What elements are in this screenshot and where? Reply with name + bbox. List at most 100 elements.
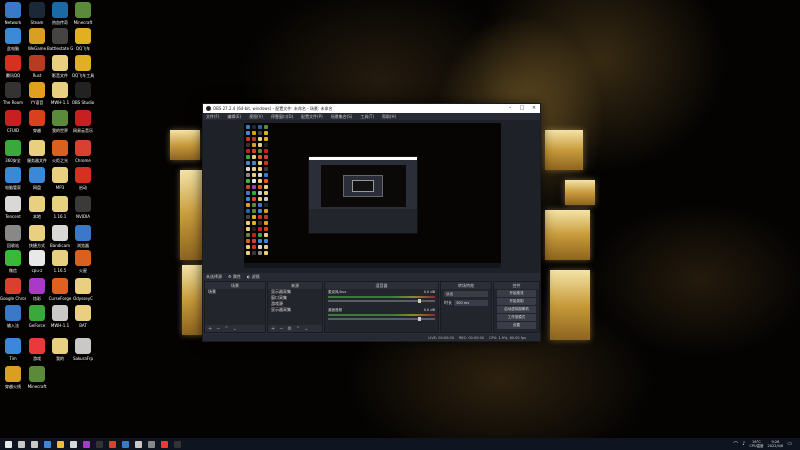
obs-window[interactable]: OBS 27.2.4 (64-bit, windows) - 配置文件: 未命名… bbox=[202, 103, 541, 342]
volume-slider-knob[interactable] bbox=[418, 299, 421, 303]
source-item[interactable]: 显示器采集 bbox=[268, 307, 322, 313]
studio-mode-button[interactable]: 工作室模式 bbox=[497, 314, 536, 321]
app-icon bbox=[75, 2, 91, 18]
preview-canvas[interactable] bbox=[244, 123, 501, 268]
taskbar-app-icon[interactable] bbox=[161, 440, 168, 448]
desktop-icon[interactable]: Minecraft bbox=[70, 2, 96, 25]
desktop-icon[interactable]: OBS Studio bbox=[70, 82, 96, 105]
menu-tools[interactable]: 工具(T) bbox=[360, 113, 374, 120]
desktop-icon[interactable]: Minecraft bbox=[24, 366, 50, 389]
add-icon[interactable]: + bbox=[271, 326, 275, 332]
move-up-icon[interactable]: ⌃ bbox=[296, 326, 300, 332]
desktop-icon[interactable]: 360安全 bbox=[0, 140, 26, 163]
minimize-icon[interactable]: – bbox=[504, 104, 516, 113]
volume-slider-knob[interactable] bbox=[418, 317, 421, 321]
taskbar-search-icon[interactable] bbox=[18, 440, 25, 448]
desktop-icon[interactable]: 微信 bbox=[0, 250, 26, 273]
preview-icon bbox=[258, 131, 262, 135]
desktop-icon[interactable]: 浏览器 bbox=[70, 225, 96, 248]
desktop-icon[interactable]: 启动 bbox=[70, 167, 96, 190]
preview-icon bbox=[258, 161, 262, 165]
desktop-icon[interactable]: 网易云音乐 bbox=[70, 110, 96, 133]
menu-view[interactable]: 视图(V) bbox=[249, 113, 263, 120]
taskbar-app-icon[interactable] bbox=[83, 440, 90, 448]
desktop-icon[interactable]: 此电脑 bbox=[0, 28, 26, 51]
desktop-icon[interactable]: 穿越火线 bbox=[0, 366, 26, 389]
app-icon bbox=[5, 225, 21, 241]
desktop-icon[interactable]: QQ飞车 bbox=[70, 28, 96, 51]
preview-icon bbox=[252, 233, 256, 237]
app-icon bbox=[75, 225, 91, 241]
preview-icon bbox=[258, 149, 262, 153]
preview-icon bbox=[246, 203, 250, 207]
desktop-icon[interactable]: BAT bbox=[70, 305, 96, 328]
add-icon[interactable]: + bbox=[208, 326, 212, 332]
desktop-icon[interactable]: The Room bbox=[0, 82, 26, 105]
taskbar-app-icon[interactable] bbox=[135, 440, 142, 448]
taskbar-task-view-icon[interactable] bbox=[31, 440, 38, 448]
desktop-icon[interactable]: QQ飞车工具 bbox=[70, 55, 96, 78]
wifi-icon[interactable]: ⌒ bbox=[733, 441, 738, 448]
start-recording-button[interactable]: 开始录制 bbox=[497, 298, 536, 305]
cpu-temp-widget[interactable]: 16°C CPU温度 bbox=[749, 440, 763, 448]
system-clock[interactable]: 9:26 2022/4/6 bbox=[768, 440, 784, 448]
menu-edit[interactable]: 编辑(E) bbox=[227, 113, 241, 120]
rec-status: REC: 00:00:00 bbox=[458, 335, 485, 340]
desktop-icon[interactable]: 输入法 bbox=[0, 305, 26, 328]
close-icon[interactable]: × bbox=[528, 104, 540, 113]
taskbar-obs-icon[interactable] bbox=[174, 440, 181, 448]
properties-button[interactable]: ⚙ 属性 bbox=[228, 274, 241, 280]
desktop-icon[interactable]: OdysseyC bbox=[70, 278, 96, 301]
obs-preview-area[interactable] bbox=[203, 120, 540, 273]
desktop-icon[interactable]: Chrome bbox=[70, 140, 96, 163]
obs-title-bar[interactable]: OBS 27.2.4 (64-bit, windows) - 配置文件: 未命名… bbox=[203, 104, 540, 113]
desktop-icon[interactable]: CFUID bbox=[0, 110, 26, 133]
clock-date: 2022/4/6 bbox=[767, 444, 784, 448]
move-up-icon[interactable]: ⌃ bbox=[224, 326, 228, 332]
start-streaming-button[interactable]: 开始推流 bbox=[497, 290, 536, 297]
volume-slider[interactable] bbox=[328, 299, 435, 303]
desktop-icon[interactable]: Tim bbox=[0, 338, 26, 361]
menu-profile[interactable]: 配置文件(P) bbox=[301, 113, 323, 120]
taskbar-app-icon[interactable] bbox=[122, 440, 129, 448]
taskbar-explorer-icon[interactable] bbox=[57, 440, 64, 448]
taskbar-start-icon[interactable] bbox=[5, 440, 12, 448]
volume-icon[interactable]: ♪ bbox=[742, 441, 745, 447]
maximize-icon[interactable]: □ bbox=[516, 104, 528, 113]
filters-button[interactable]: ◐ 滤镜 bbox=[247, 274, 260, 280]
desktop-icon[interactable]: NVIDIA bbox=[70, 196, 96, 219]
move-down-icon[interactable]: ⌄ bbox=[233, 326, 237, 332]
transition-type-select[interactable]: 淡出 bbox=[444, 290, 488, 297]
taskbar-edge-icon[interactable] bbox=[44, 440, 51, 448]
move-down-icon[interactable]: ⌄ bbox=[304, 326, 308, 332]
desktop-icon[interactable]: 电脑管家 bbox=[0, 167, 26, 190]
remove-icon[interactable]: − bbox=[279, 326, 283, 332]
app-icon bbox=[5, 28, 21, 44]
taskbar-app-icon[interactable] bbox=[148, 440, 155, 448]
scene-item[interactable]: 场景 bbox=[205, 289, 265, 295]
menu-scene-collection[interactable]: 场景集合(S) bbox=[331, 113, 353, 120]
desktop-icon[interactable]: Tencent bbox=[0, 196, 26, 219]
desktop-icon[interactable]: Network bbox=[0, 2, 26, 25]
volume-slider[interactable] bbox=[328, 317, 435, 321]
notification-icon[interactable]: ▭ bbox=[787, 441, 792, 447]
menu-docks[interactable]: 停靠窗口(D) bbox=[271, 113, 293, 120]
desktop-icon[interactable]: Google Chrome bbox=[0, 278, 26, 301]
settings-button[interactable]: 设置 bbox=[497, 322, 536, 329]
taskbar-chrome-icon[interactable] bbox=[109, 440, 116, 448]
desktop-icon[interactable]: SakuraFrp bbox=[70, 338, 96, 361]
desktop-icon[interactable]: 回收站 bbox=[0, 225, 26, 248]
desktop-icon[interactable]: 腾讯QQ bbox=[0, 55, 26, 78]
desktop-icon[interactable]: 火星 bbox=[70, 250, 96, 273]
temp-desc: CPU温度 bbox=[749, 444, 764, 448]
gear-icon[interactable]: ⚙ bbox=[287, 326, 291, 332]
duration-input[interactable]: 300 ms bbox=[454, 299, 488, 306]
preview-icon bbox=[252, 215, 256, 219]
start-virtual-camera-button[interactable]: 启动虚拟摄像机 bbox=[497, 306, 536, 313]
menu-file[interactable]: 文件(F) bbox=[206, 113, 219, 120]
taskbar-app-icon[interactable] bbox=[96, 440, 103, 448]
taskbar-app-icon[interactable] bbox=[70, 440, 77, 448]
menu-help[interactable]: 帮助(H) bbox=[382, 113, 396, 120]
remove-icon[interactable]: − bbox=[216, 326, 220, 332]
preview-icon bbox=[264, 251, 268, 255]
